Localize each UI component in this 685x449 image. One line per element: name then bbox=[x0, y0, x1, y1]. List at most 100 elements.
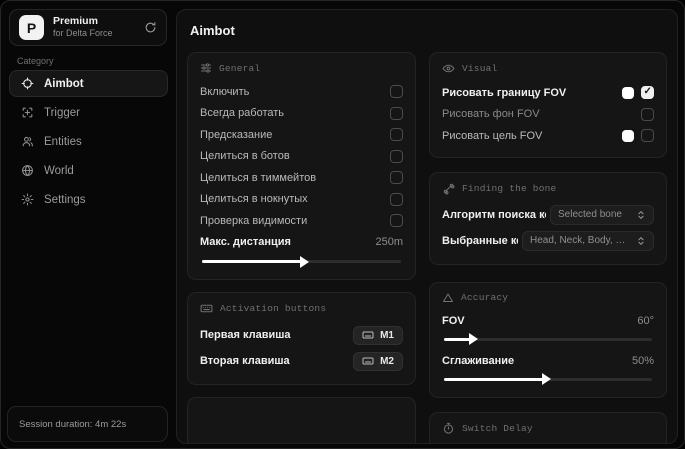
entities-icon bbox=[21, 135, 34, 148]
session-duration-text: Session duration: 4m 22s bbox=[19, 418, 127, 430]
setting-row: Целиться в тиммейтов bbox=[200, 167, 403, 189]
sliders-icon bbox=[201, 63, 211, 73]
max-distance-slider[interactable] bbox=[202, 255, 401, 268]
setting-label: Целиться в ботов bbox=[200, 150, 290, 163]
checkbox[interactable] bbox=[641, 107, 654, 121]
checkbox[interactable] bbox=[390, 192, 403, 206]
license-title: Premium bbox=[53, 15, 98, 28]
panel-title: Visual bbox=[462, 63, 498, 74]
select-label: Алгоритм поиска кости bbox=[442, 208, 546, 221]
session-duration-card: Session duration: 4m 22s bbox=[7, 406, 168, 442]
color-swatch[interactable] bbox=[622, 129, 634, 142]
slider-label: FOV bbox=[442, 314, 465, 327]
panel-title: Accuracy bbox=[461, 292, 509, 303]
keybind-label: Первая клавиша bbox=[200, 329, 291, 341]
setting-label: Предсказание bbox=[200, 128, 273, 141]
eye-icon bbox=[442, 64, 455, 73]
panel-visual: Visual Рисовать границу FOV Рисовать фон… bbox=[429, 52, 667, 158]
slider-thumb[interactable] bbox=[541, 373, 551, 385]
page-title: Aimbot bbox=[190, 23, 235, 38]
setting-label: Рисовать фон FOV bbox=[442, 108, 540, 121]
sidebar-item-label: Trigger bbox=[44, 106, 80, 119]
keybind-button-m2[interactable]: M2 bbox=[353, 351, 403, 371]
sidebar-item-world[interactable]: World bbox=[9, 157, 168, 184]
setting-row: Включить bbox=[200, 81, 403, 103]
bone-algorithm-select[interactable]: Selected bone bbox=[550, 204, 654, 225]
checkbox[interactable] bbox=[390, 106, 403, 120]
setting-row: Целиться в ботов bbox=[200, 146, 403, 168]
gear-icon bbox=[21, 193, 34, 206]
sidebar-nav: Aimbot Trigger Entities World Settings bbox=[9, 70, 168, 215]
fov-slider[interactable] bbox=[444, 333, 652, 345]
sidebar-item-label: Settings bbox=[44, 193, 86, 206]
slider-thumb[interactable] bbox=[469, 333, 479, 345]
keyboard-icon bbox=[200, 304, 213, 313]
panel-switch-delay: Switch Delay Задержка переключения Задер… bbox=[429, 411, 667, 444]
setting-label: Рисовать границу FOV bbox=[442, 86, 567, 99]
setting-row: Всегда работать bbox=[200, 103, 403, 125]
main-content: Aimbot General Включить Всегда работать … bbox=[176, 9, 678, 444]
setting-label: Целиться в тиммейтов bbox=[200, 171, 317, 184]
setting-row: Проверка видимости bbox=[200, 210, 403, 232]
setting-label: Всегда работать bbox=[200, 107, 285, 120]
checkbox[interactable] bbox=[390, 149, 403, 163]
license-card: P Premium for Delta Force bbox=[9, 9, 167, 46]
sidebar-item-label: Aimbot bbox=[44, 77, 84, 90]
sidebar: P Premium for Delta Force Category Aimbo… bbox=[1, 1, 176, 448]
color-swatch[interactable] bbox=[622, 86, 634, 99]
keyboard-icon bbox=[362, 357, 374, 365]
sidebar-item-trigger[interactable]: Trigger bbox=[9, 99, 168, 126]
keybind-button-m1[interactable]: M1 bbox=[353, 325, 403, 345]
checkbox[interactable] bbox=[641, 129, 654, 143]
panel-title: Switch Delay bbox=[462, 422, 533, 434]
panel-accuracy: Accuracy FOV 60° Сглаживание 50% bbox=[429, 281, 667, 398]
keybind-row: Вторая клавиша M2 bbox=[200, 348, 403, 374]
triangle-icon bbox=[443, 293, 453, 302]
setting-row: Рисовать фон FOV bbox=[442, 104, 654, 126]
sidebar-item-aimbot[interactable]: Aimbot bbox=[9, 70, 168, 97]
sidebar-item-settings[interactable]: Settings bbox=[9, 186, 168, 213]
globe-icon bbox=[21, 164, 34, 177]
select-label: Выбранные кости bbox=[442, 234, 518, 247]
setting-label: Включить bbox=[200, 85, 250, 98]
slider-value: 50% bbox=[631, 354, 654, 367]
setting-label: Рисовать цель FOV bbox=[442, 129, 543, 142]
smoothing-slider[interactable] bbox=[444, 373, 652, 385]
checkbox[interactable] bbox=[390, 85, 403, 99]
setting-row: Предсказание bbox=[200, 124, 403, 146]
panel-general: General Включить Всегда работать Предска… bbox=[187, 52, 416, 280]
checkbox[interactable] bbox=[390, 171, 403, 185]
slider-label: Макс. дистанция bbox=[200, 236, 291, 249]
checkbox[interactable] bbox=[390, 128, 403, 142]
trigger-icon bbox=[21, 106, 34, 119]
slider-value: 60° bbox=[637, 314, 654, 327]
app-logo: P bbox=[19, 15, 44, 40]
keyboard-icon bbox=[362, 331, 374, 339]
panel-finding-the-bone: Finding the bone Алгоритм поиска кости S… bbox=[429, 171, 667, 265]
sidebar-item-label: World bbox=[44, 164, 74, 177]
keybind-row: Первая клавиша M1 bbox=[200, 322, 403, 348]
slider-row: Сглаживание 50% bbox=[442, 351, 654, 371]
setting-label: Проверка видимости bbox=[200, 214, 308, 227]
checkbox[interactable] bbox=[390, 214, 403, 228]
slider-thumb[interactable] bbox=[299, 255, 309, 268]
sidebar-item-entities[interactable]: Entities bbox=[9, 128, 168, 155]
bone-icon bbox=[443, 183, 455, 194]
selected-bones-select[interactable]: Head, Neck, Body, Pe.. bbox=[522, 230, 654, 251]
crosshair-icon bbox=[21, 77, 34, 90]
setting-row: Целиться в нокнутых bbox=[200, 189, 403, 211]
select-row: Алгоритм поиска кости Selected bone bbox=[442, 202, 654, 228]
checkbox[interactable] bbox=[641, 86, 654, 100]
setting-row: Рисовать цель FOV bbox=[442, 125, 654, 147]
sync-icon[interactable] bbox=[144, 21, 157, 34]
setting-row: Задержка переключения bbox=[442, 442, 654, 444]
panel-empty bbox=[187, 397, 416, 443]
sidebar-item-label: Entities bbox=[44, 135, 82, 148]
select-row: Выбранные кости Head, Neck, Body, Pe.. bbox=[442, 228, 654, 254]
panel-title: Finding the bone bbox=[462, 182, 557, 194]
category-label: Category bbox=[17, 56, 54, 66]
chevrons-up-down-icon bbox=[638, 236, 644, 245]
keybind-label: Вторая клавиша bbox=[200, 355, 290, 367]
slider-label: Сглаживание bbox=[442, 354, 515, 367]
setting-label: Целиться в нокнутых bbox=[200, 193, 308, 206]
